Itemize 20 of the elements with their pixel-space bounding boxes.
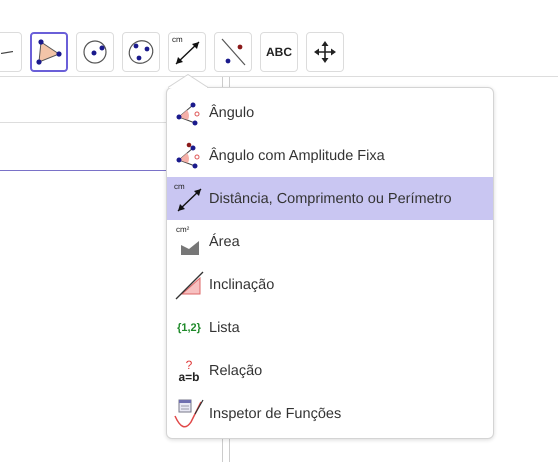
circle-icon — [81, 38, 109, 66]
menu-item[interactable]: Inclinação — [167, 263, 493, 306]
menu-item[interactable]: Inspetor de Funções — [167, 392, 493, 435]
relation-icon: ? a=b — [178, 358, 200, 382]
triangle-icon — [35, 38, 63, 66]
tool-button[interactable]: ABC — [260, 32, 298, 72]
menu-item[interactable]: Ângulo — [167, 91, 493, 134]
menu-item[interactable]: cm² Área — [167, 220, 493, 263]
tool-button[interactable] — [30, 32, 68, 72]
move-icon — [313, 40, 337, 64]
ellipse-icon — [127, 38, 155, 66]
tool-button[interactable]: cm — [168, 32, 206, 72]
slope-icon — [174, 270, 204, 300]
point-line-icon — [219, 37, 247, 67]
menu-item[interactable]: Ângulo com Amplitude Fixa — [167, 134, 493, 177]
menu-item[interactable]: {1,2} Lista — [167, 306, 493, 349]
function-inspector-icon — [173, 398, 205, 430]
line-icon — [1, 50, 13, 54]
list-icon: {1,2} — [177, 322, 201, 334]
menu-item[interactable]: cm Distância, Comprimento ou Perímetro — [167, 177, 493, 220]
